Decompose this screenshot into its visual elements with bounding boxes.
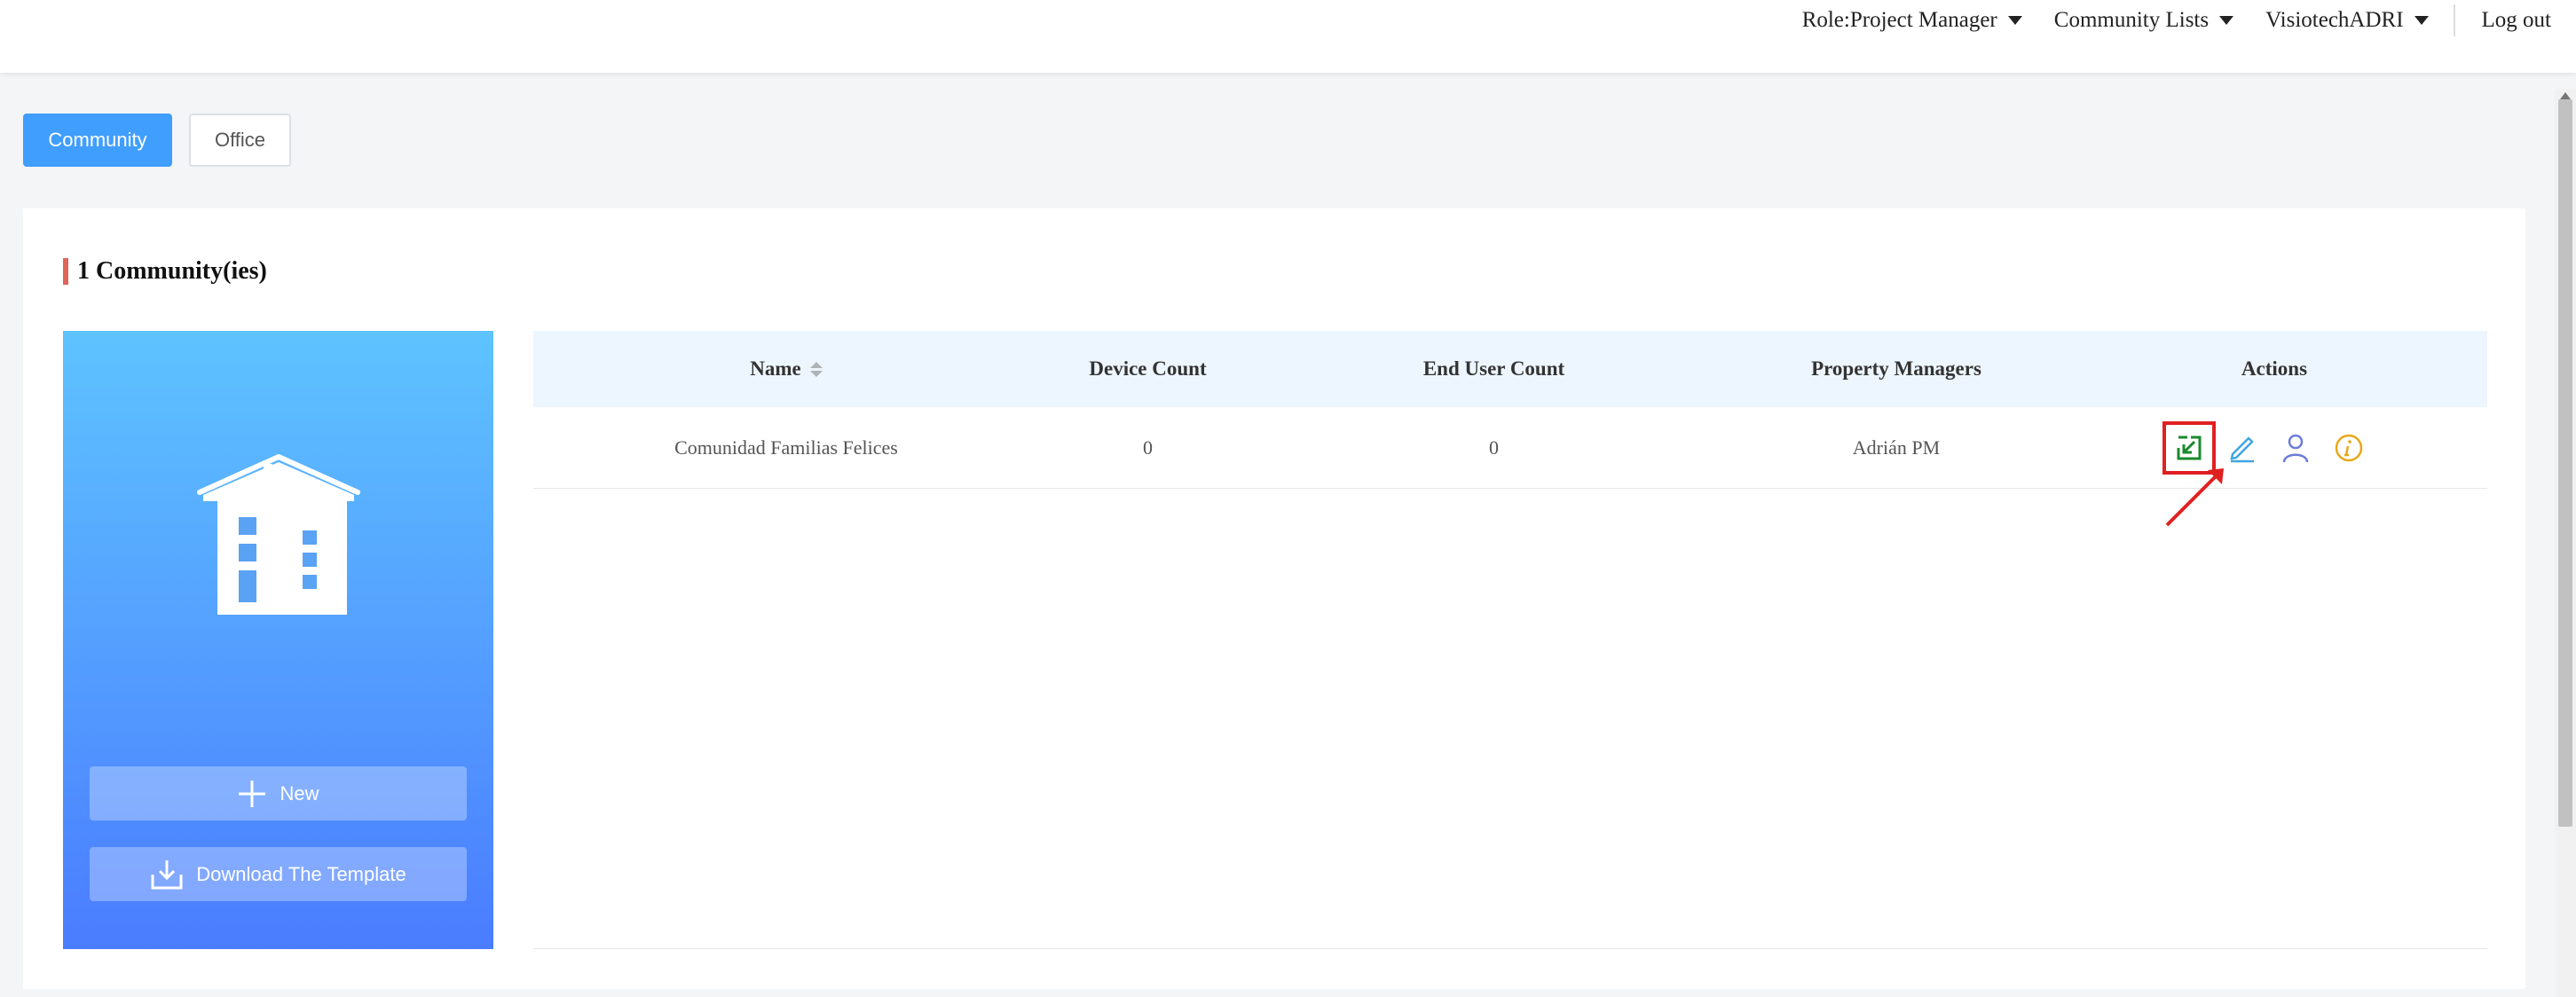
scroll-thumb[interactable] [2558, 99, 2572, 827]
page-scrollbar[interactable] [2555, 89, 2576, 997]
community-count-title: 1 Community(ies) [77, 257, 267, 285]
plus-icon [239, 780, 266, 807]
cell-device-count: 0 [1143, 436, 1153, 459]
column-name-label: Name [750, 357, 801, 380]
role-label: Role:Project Manager [1801, 8, 1997, 32]
logout-link[interactable]: Log out [2482, 8, 2551, 33]
panel-title: 1 Community(ies) [63, 257, 267, 286]
role-dropdown[interactable]: Role:Project Manager [1802, 8, 2022, 33]
cell-end-user-count: 0 [1489, 436, 1499, 459]
download-template-button[interactable]: Download The Template [90, 847, 467, 901]
sort-icon[interactable] [809, 361, 823, 377]
info-button[interactable] [2329, 428, 2368, 467]
building-icon [197, 454, 360, 615]
download-icon [151, 860, 183, 889]
enter-community-icon [2177, 436, 2202, 459]
annotation-arrow-icon [2165, 468, 2224, 527]
chevron-down-icon [2219, 16, 2234, 25]
account-label: VisiotechADRI [2265, 8, 2404, 32]
nav-divider [2453, 4, 2455, 36]
chevron-down-icon [2414, 16, 2429, 25]
column-header-actions: Actions [2241, 357, 2308, 380]
communities-panel: 1 Community(ies) New Download The Templa… [23, 208, 2525, 989]
user-icon [2282, 434, 2309, 462]
column-header-property-managers: Property Managers [1811, 357, 1981, 380]
top-nav: Role:Project Manager Community Lists Vis… [1802, 0, 2576, 41]
cell-actions [2061, 420, 2487, 475]
column-header-device-count: Device Count [1089, 357, 1207, 380]
property-manager-button[interactable] [2276, 428, 2315, 467]
side-card: New Download The Template [63, 331, 493, 949]
community-lists-label: Community Lists [2053, 8, 2210, 32]
scroll-up-icon[interactable] [2560, 92, 2571, 99]
edit-icon [2230, 436, 2254, 462]
community-lists-dropdown[interactable]: Community Lists [2053, 8, 2234, 33]
new-community-button[interactable]: New [90, 766, 467, 820]
new-button-label: New [280, 781, 319, 805]
cell-property-managers: Adrián PM [1852, 436, 1941, 459]
column-header-end-user-count: End User Count [1422, 357, 1565, 380]
top-header: Role:Project Manager Community Lists Vis… [0, 0, 2576, 73]
download-button-label: Download The Template [196, 862, 406, 885]
account-dropdown[interactable]: VisiotechADRI [2265, 8, 2429, 33]
chevron-down-icon [2007, 16, 2022, 25]
cell-name: Comunidad Familias Felices [674, 436, 898, 459]
column-header-name[interactable]: Name [533, 357, 1039, 381]
tab-community[interactable]: Community [23, 114, 172, 167]
title-accent-bar [63, 258, 68, 285]
table-header: Name Device Count End User Count Propert… [533, 331, 2487, 407]
communities-table: Name Device Count End User Count Propert… [533, 331, 2487, 949]
info-icon [2335, 434, 2363, 461]
tab-office[interactable]: Office [189, 114, 291, 167]
